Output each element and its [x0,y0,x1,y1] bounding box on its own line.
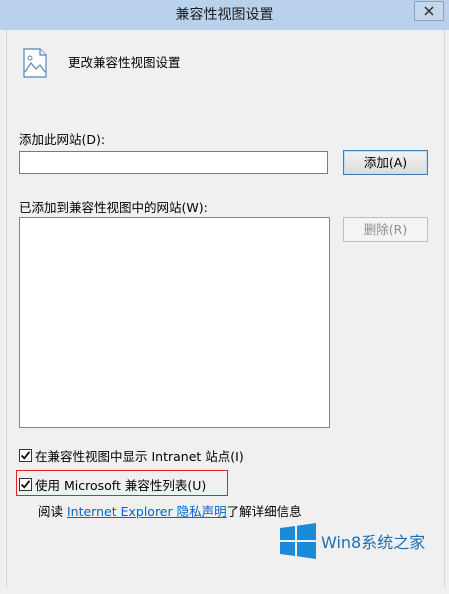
dialog-content: 更改兼容性视图设置 添加此网站(D): 添加(A) 已添加到兼容性视图中的网站(… [6,30,445,588]
remove-button[interactable]: 删除(R) [343,217,428,242]
use-ms-list-label: 使用 Microsoft 兼容性列表(U) [35,478,207,493]
header-title: 更改兼容性视图设置 [68,55,181,70]
added-sites-list[interactable] [19,217,330,428]
privacy-statement: 阅读 Internet Explorer 隐私声明了解详细信息 [38,501,302,520]
add-site-label: 添加此网站(D): [19,132,106,147]
checkmark-icon [20,451,31,460]
add-site-input[interactable] [19,151,328,174]
checkmark-icon [20,480,31,489]
close-icon [424,6,434,16]
privacy-link[interactable]: Internet Explorer 隐私声明 [67,504,227,519]
close-button[interactable] [414,1,444,21]
compatibility-view-settings-dialog: 兼容性视图设置 更改兼容性视图设置 添加此网站(D): 添加(A) 已添加到兼容… [0,0,449,594]
privacy-suffix: 了解详细信息 [226,504,302,519]
use-ms-list-checkbox[interactable] [19,478,32,491]
add-button[interactable]: 添加(A) [343,150,428,175]
win8-watermark: Win8系统之家 [279,523,425,559]
document-image-icon [23,48,47,78]
use-ms-list-option[interactable]: 使用 Microsoft 兼容性列表(U) [19,475,206,494]
show-intranet-option[interactable]: 在兼容性视图中显示 Intranet 站点(I) [19,446,244,465]
watermark-text: Win8系统之家 [321,533,426,552]
show-intranet-checkbox[interactable] [19,449,32,462]
show-intranet-label: 在兼容性视图中显示 Intranet 站点(I) [35,449,244,464]
privacy-prefix: 阅读 [38,504,67,519]
title-bar[interactable]: 兼容性视图设置 [0,0,449,30]
window-title: 兼容性视图设置 [175,7,274,23]
added-sites-label: 已添加到兼容性视图中的网站(W): [19,200,208,215]
windows-logo-icon [280,523,316,559]
